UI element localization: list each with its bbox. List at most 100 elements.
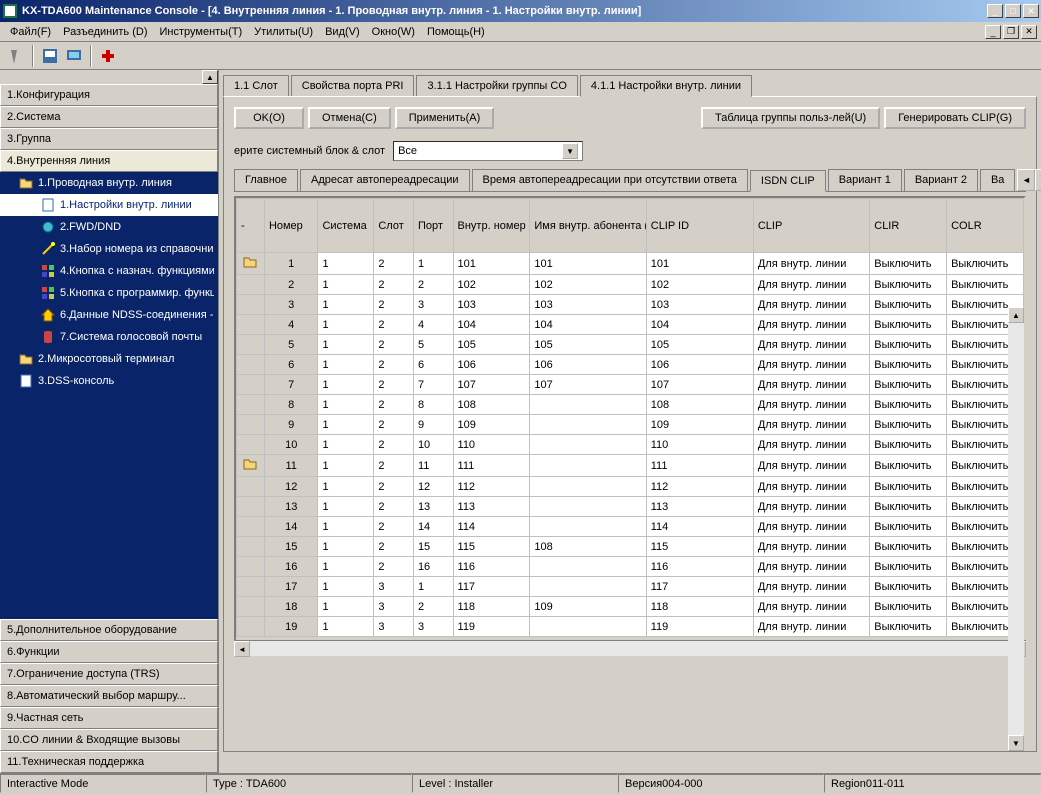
cell[interactable]: 103: [530, 295, 646, 315]
cell[interactable]: 1: [318, 375, 374, 395]
sidebar-item[interactable]: 6.Функции: [0, 641, 218, 663]
cell[interactable]: 2: [374, 477, 414, 497]
cell[interactable]: 1: [318, 537, 374, 557]
table-row[interactable]: 151215115108115Для внутр. линииВыключить…: [237, 537, 1024, 557]
cell[interactable]: 1: [318, 335, 374, 355]
cell[interactable]: 2: [374, 517, 414, 537]
menu-view[interactable]: Вид(V): [319, 24, 366, 40]
sub-tab[interactable]: Адресат автопереадресации: [300, 169, 470, 191]
cell[interactable]: 109: [530, 597, 646, 617]
cell[interactable]: Выключить: [870, 275, 947, 295]
cell[interactable]: [530, 435, 646, 455]
cell[interactable]: 19: [264, 617, 318, 637]
cell[interactable]: Для внутр. линии: [753, 275, 869, 295]
cell[interactable]: 3: [374, 617, 414, 637]
cell[interactable]: 105: [646, 335, 753, 355]
user-group-table-button[interactable]: Таблица группы польз-лей(U): [701, 107, 880, 129]
cell[interactable]: Для внутр. линии: [753, 395, 869, 415]
cell[interactable]: Выключить: [870, 355, 947, 375]
cell[interactable]: 111: [646, 455, 753, 477]
cell[interactable]: 1: [318, 435, 374, 455]
cell[interactable]: [530, 557, 646, 577]
cell[interactable]: 2: [374, 375, 414, 395]
menu-help[interactable]: Помощь(H): [421, 24, 491, 40]
cell[interactable]: [237, 617, 265, 637]
main-tab[interactable]: 4.1.1 Настройки внутр. линии: [580, 75, 752, 97]
sidebar-item[interactable]: 7.Ограничение доступа (TRS): [0, 663, 218, 685]
cell[interactable]: Для внутр. линии: [753, 577, 869, 597]
table-row[interactable]: 7127107107107Для внутр. линииВыключитьВы…: [237, 375, 1024, 395]
cell[interactable]: 117: [646, 577, 753, 597]
cell[interactable]: Для внутр. линии: [753, 537, 869, 557]
tree-item[interactable]: 2.FWD/DND: [0, 216, 218, 238]
table-row[interactable]: 2122102102102Для внутр. линииВыключитьВы…: [237, 275, 1024, 295]
cell[interactable]: [237, 253, 265, 275]
cell[interactable]: Выключить: [870, 617, 947, 637]
cell[interactable]: 105: [530, 335, 646, 355]
table-row[interactable]: 8128108108Для внутр. линииВыключитьВыклю…: [237, 395, 1024, 415]
cell[interactable]: 101: [453, 253, 530, 275]
cell[interactable]: 3: [413, 617, 453, 637]
cell[interactable]: 1: [413, 577, 453, 597]
cell[interactable]: Выключить: [870, 597, 947, 617]
cell[interactable]: 1: [318, 617, 374, 637]
column-header[interactable]: CLIR: [870, 199, 947, 253]
cell[interactable]: 110: [646, 435, 753, 455]
cell[interactable]: 2: [374, 415, 414, 435]
cell[interactable]: Выключить: [947, 275, 1024, 295]
tree-item[interactable]: 5.Кнопка с программир. функц: [0, 282, 218, 304]
cell[interactable]: 10: [264, 435, 318, 455]
cell[interactable]: 18: [264, 597, 318, 617]
cell[interactable]: 3: [413, 295, 453, 315]
cell[interactable]: [530, 395, 646, 415]
tb-flashlight-icon[interactable]: [5, 45, 27, 67]
cell[interactable]: 111: [453, 455, 530, 477]
cell[interactable]: [237, 517, 265, 537]
cell[interactable]: Выключить: [870, 315, 947, 335]
cancel-button[interactable]: Отмена(C): [308, 107, 391, 129]
apply-button[interactable]: Применить(A): [395, 107, 495, 129]
cell[interactable]: 1: [318, 295, 374, 315]
cell[interactable]: 103: [453, 295, 530, 315]
cell[interactable]: 2: [264, 275, 318, 295]
cell[interactable]: 1: [318, 253, 374, 275]
cell[interactable]: Для внутр. линии: [753, 455, 869, 477]
cell[interactable]: 12: [413, 477, 453, 497]
scroll-down-icon[interactable]: ▼: [1008, 735, 1024, 751]
cell[interactable]: 1: [318, 275, 374, 295]
cell[interactable]: 3: [264, 295, 318, 315]
main-tab[interactable]: 3.1.1 Настройки группы CO: [416, 75, 577, 97]
cell[interactable]: 3: [374, 597, 414, 617]
cell[interactable]: [237, 355, 265, 375]
cell[interactable]: [237, 537, 265, 557]
cell[interactable]: Выключить: [870, 557, 947, 577]
cell[interactable]: 1: [318, 315, 374, 335]
cell[interactable]: Выключить: [870, 497, 947, 517]
cell[interactable]: Выключить: [870, 477, 947, 497]
cell[interactable]: [530, 577, 646, 597]
cell[interactable]: Для внутр. линии: [753, 517, 869, 537]
menu-disconnect[interactable]: Разъединить (D): [57, 24, 153, 40]
sidebar-item[interactable]: 1.Конфигурация: [0, 84, 218, 106]
cell[interactable]: 101: [646, 253, 753, 275]
cell[interactable]: 13: [413, 497, 453, 517]
cell[interactable]: 6: [413, 355, 453, 375]
cell[interactable]: [237, 415, 265, 435]
cell[interactable]: 5: [413, 335, 453, 355]
cell[interactable]: Выключить: [870, 335, 947, 355]
cell[interactable]: 2: [413, 275, 453, 295]
cell[interactable]: Для внутр. линии: [753, 295, 869, 315]
cell[interactable]: 12: [264, 477, 318, 497]
cell[interactable]: 1: [318, 597, 374, 617]
table-row[interactable]: 9129109109Для внутр. линииВыключитьВыклю…: [237, 415, 1024, 435]
cell[interactable]: Выключить: [870, 375, 947, 395]
tree-item[interactable]: 1.Настройки внутр. линии: [0, 194, 218, 216]
cell[interactable]: Выключить: [870, 537, 947, 557]
cell[interactable]: [237, 497, 265, 517]
cell[interactable]: 1: [318, 557, 374, 577]
cell[interactable]: [237, 577, 265, 597]
cell[interactable]: 15: [413, 537, 453, 557]
menu-utilities[interactable]: Утилиты(U): [248, 24, 319, 40]
cell[interactable]: 1: [318, 415, 374, 435]
column-header[interactable]: Слот: [374, 199, 414, 253]
